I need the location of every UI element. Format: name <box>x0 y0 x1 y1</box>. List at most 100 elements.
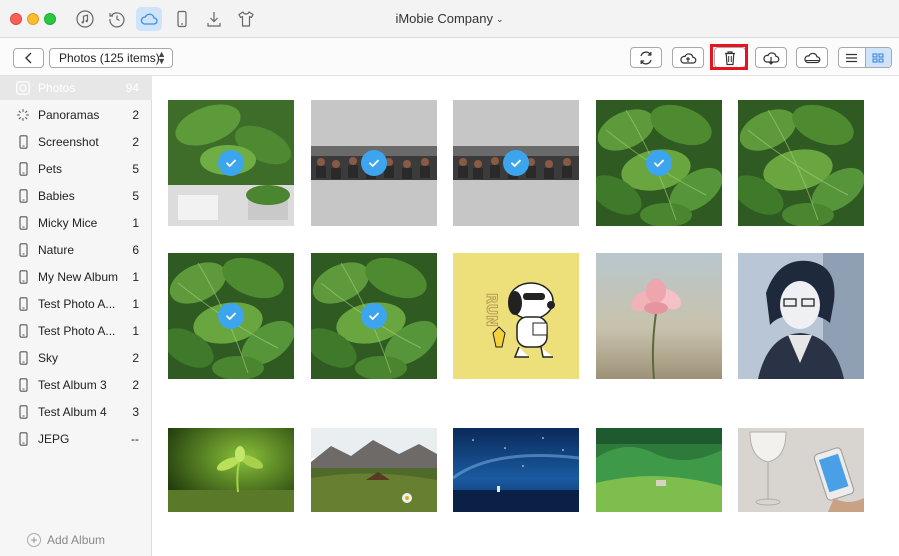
sidebar-item[interactable]: Panoramas 2 <box>0 103 152 127</box>
phone-icon <box>16 405 30 419</box>
album-sidebar: + Add Album Photos 94 Panoramas 2 Screenshot… <box>0 76 152 556</box>
sidebar-item-label: Screenshot <box>38 135 99 149</box>
photo-thumbnail[interactable]: RUN <box>453 253 579 379</box>
album-select[interactable]: Photos (125 items) ▲ ▼ <box>49 48 173 68</box>
phone-icon <box>16 378 30 392</box>
grid-view-button[interactable] <box>864 48 891 67</box>
selected-check-icon[interactable] <box>646 150 672 176</box>
sidebar-item[interactable]: Micky Mice 1 <box>0 211 152 235</box>
sidebar-item-count: 1 <box>132 270 139 284</box>
sidebar-item-count: 1 <box>132 216 139 230</box>
sidebar-item-count: 2 <box>132 378 139 392</box>
selected-check-icon[interactable] <box>218 150 244 176</box>
sidebar-item-count: 1 <box>132 324 139 338</box>
sidebar-item-count: 3 <box>132 405 139 419</box>
sidebar-item-count: 5 <box>132 189 139 203</box>
window-title-text: iMobie Company <box>395 11 493 26</box>
photo-thumbnail[interactable] <box>168 428 294 512</box>
app-window: iMobie Company⌄ Photos (125 items) ▲▼ <box>0 0 899 556</box>
toolbar: Photos (125 items) ▲ ▼ <box>0 38 899 76</box>
photo-thumbnail[interactable] <box>311 253 437 379</box>
photo-thumbnail[interactable] <box>168 100 294 226</box>
sidebar-item-label: Test Album 3 <box>38 378 107 392</box>
sidebar-item[interactable]: Test Photo A... 1 <box>0 292 152 316</box>
cloud-icon <box>804 52 821 63</box>
photos-icon <box>16 81 30 95</box>
sidebar-item[interactable]: Sky 2 <box>0 346 152 370</box>
chevron-left-icon <box>24 52 31 64</box>
sidebar-item[interactable]: JEPG -- <box>0 427 152 451</box>
sidebar-item[interactable]: Test Album 4 3 <box>0 400 152 424</box>
sidebar-item-label: Test Album 4 <box>38 405 107 419</box>
phone-icon <box>16 351 30 365</box>
sidebar-item-count: 6 <box>132 243 139 257</box>
sidebar-item-label: Photos <box>38 81 76 95</box>
svg-text:RUN: RUN <box>483 293 499 327</box>
sidebar-item-label: My New Album <box>38 270 119 284</box>
sidebar-item[interactable]: My New Album 1 <box>0 265 152 289</box>
sidebar-item-label: Nature <box>38 243 75 257</box>
sidebar-item[interactable]: Photos 94 <box>0 76 152 100</box>
album-select-label: Photos (125 items) <box>59 51 160 65</box>
download-cloud-icon <box>763 51 780 65</box>
phone-icon <box>16 243 30 257</box>
sidebar-item[interactable]: Test Album 3 2 <box>0 373 152 397</box>
photo-thumbnail[interactable] <box>738 253 864 379</box>
refresh-button[interactable] <box>630 47 662 68</box>
download-from-cloud-button[interactable] <box>755 47 787 68</box>
sidebar-item-label: Sky <box>38 351 59 365</box>
sidebar-item-count: 2 <box>132 351 139 365</box>
photo-thumbnail[interactable] <box>596 100 722 226</box>
add-album-button[interactable]: + Add Album <box>27 533 105 547</box>
sidebar-item-count: -- <box>131 432 139 446</box>
photo-thumbnail[interactable] <box>596 253 722 379</box>
photo-thumbnail[interactable] <box>596 428 722 512</box>
panorama-icon <box>16 108 30 122</box>
photo-thumbnail[interactable] <box>453 428 579 512</box>
phone-icon <box>16 297 30 311</box>
view-mode-toggle <box>838 47 892 68</box>
sidebar-item-count: 94 <box>125 81 139 95</box>
sidebar-item-count: 1 <box>132 297 139 311</box>
selected-check-icon[interactable] <box>361 150 387 176</box>
photo-thumbnail[interactable] <box>738 428 864 512</box>
back-button[interactable] <box>13 48 44 68</box>
phone-icon <box>16 270 30 284</box>
window-title[interactable]: iMobie Company ⌄ <box>0 11 899 26</box>
phone-icon <box>16 324 30 338</box>
upload-to-cloud-button[interactable] <box>672 47 704 68</box>
selected-check-icon[interactable] <box>218 303 244 329</box>
sidebar-item-count: 5 <box>132 162 139 176</box>
photo-thumbnail[interactable] <box>311 100 437 226</box>
photo-thumbnail[interactable] <box>738 100 864 226</box>
sidebar-item[interactable]: Nature 6 <box>0 238 152 262</box>
sidebar-item-label: Test Photo A... <box>38 324 116 338</box>
sidebar-item-label: Micky Mice <box>38 216 98 230</box>
sidebar-item-label: Pets <box>38 162 63 176</box>
sidebar-item-count: 2 <box>132 135 139 149</box>
updown-arrows-icon: ▲ ▼ <box>157 49 166 66</box>
delete-button-highlight <box>710 44 748 70</box>
selected-check-icon[interactable] <box>503 150 529 176</box>
title-bar: iMobie Company ⌄ <box>0 0 899 38</box>
sidebar-item-label: JEPG <box>38 432 70 446</box>
refresh-icon <box>640 51 652 64</box>
upload-cloud-icon <box>680 52 697 64</box>
photo-thumbnail[interactable] <box>311 428 437 512</box>
sidebar-item[interactable]: Babies 5 <box>0 184 152 208</box>
list-view-button[interactable] <box>839 48 865 67</box>
sidebar-item[interactable]: Screenshot 2 <box>0 130 152 154</box>
photo-thumbnail[interactable] <box>453 100 579 226</box>
phone-icon <box>16 135 30 149</box>
photo-thumbnail[interactable] <box>168 253 294 379</box>
selected-check-icon[interactable] <box>361 303 387 329</box>
sidebar-item[interactable]: Test Photo A... 1 <box>0 319 152 343</box>
phone-icon <box>16 432 30 446</box>
add-album-label: Add Album <box>47 533 106 547</box>
sidebar-item-label: Babies <box>38 189 75 203</box>
sidebar-item-label: Panoramas <box>38 108 100 122</box>
plus-icon: + <box>27 533 41 547</box>
phone-icon <box>16 162 30 176</box>
sidebar-item[interactable]: Pets 5 <box>0 157 152 181</box>
cloud-button[interactable] <box>796 47 828 68</box>
